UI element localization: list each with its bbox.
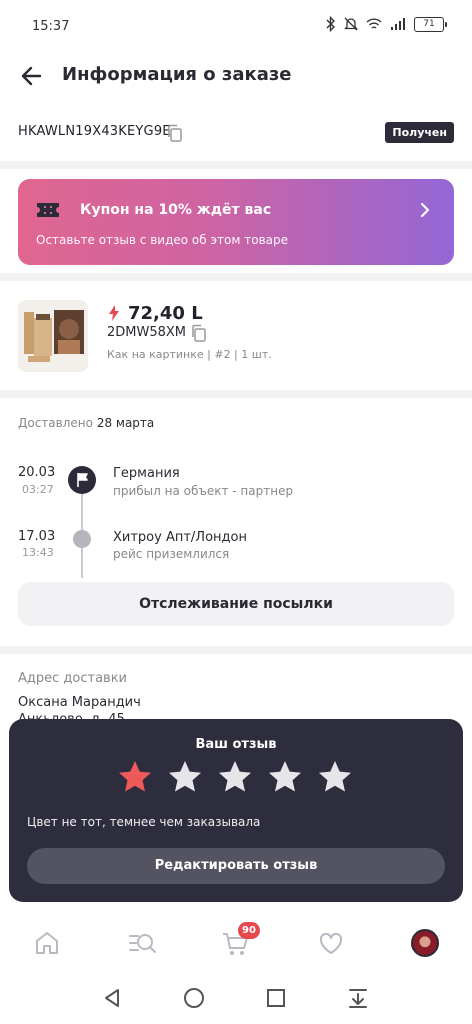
status-badge: Получен	[385, 122, 454, 143]
status-bar: 15:37 71	[0, 0, 472, 52]
timeline-line	[81, 494, 83, 530]
star-icon[interactable]	[267, 759, 303, 795]
edit-review-button[interactable]: Редактировать отзыв	[27, 848, 445, 884]
home-icon[interactable]	[32, 928, 62, 958]
signal-icon	[391, 18, 405, 30]
event-time: 03:27	[22, 483, 54, 496]
order-id: HKAWLN19X43KEYG9E	[18, 124, 171, 139]
copy-icon[interactable]	[166, 124, 184, 142]
chevron-right-icon	[420, 202, 430, 218]
page-title: Информация о заказе	[62, 64, 292, 85]
lightning-icon	[109, 305, 119, 321]
recents-square-icon[interactable]	[264, 986, 288, 1010]
delivered-date: 28 марта	[96, 416, 155, 430]
product-image[interactable]	[18, 300, 88, 372]
star-icon[interactable]	[117, 759, 153, 795]
price-row: 72,40 L	[108, 300, 203, 326]
back-triangle-icon[interactable]	[100, 986, 124, 1010]
product-price: 72,40 L	[128, 302, 203, 324]
product-variant: Как на картинке | #2 | 1 шт.	[107, 348, 272, 361]
catalog-search-icon[interactable]	[127, 928, 157, 958]
divider	[0, 273, 472, 281]
track-package-button[interactable]: Отслеживание посылки	[18, 582, 454, 626]
event-subtitle: рейс приземлился	[113, 547, 230, 561]
timeline-dot	[73, 530, 91, 548]
profile-avatar[interactable]	[411, 929, 439, 957]
divider	[0, 390, 472, 398]
delivered-label: Доставлено	[18, 416, 93, 430]
bluetooth-icon	[326, 16, 335, 32]
review-title: Ваш отзыв	[195, 737, 277, 752]
timeline-line	[81, 548, 83, 578]
product-photo	[18, 300, 88, 372]
header: Информация о заказе	[0, 52, 472, 100]
address-name: Оксана Марандич	[18, 695, 141, 710]
order-id-row: HKAWLN19X43KEYG9E Получен	[0, 118, 472, 150]
status-time: 15:37	[32, 19, 70, 34]
delivered-status: Доставлено 28 марта	[18, 416, 154, 430]
coupon-title: Купон на 10% ждёт вас	[80, 202, 272, 218]
battery-icon: 71	[414, 16, 447, 32]
event-time: 13:43	[22, 546, 54, 559]
star-rating[interactable]	[117, 759, 353, 795]
star-icon[interactable]	[217, 759, 253, 795]
event-title: Хитроу Апт/Лондон	[113, 530, 247, 545]
event-subtitle: прибыл на объект - партнер	[113, 484, 294, 498]
event-date: 17.03	[18, 529, 56, 544]
event-date: 20.03	[18, 465, 56, 480]
status-icons: 71	[326, 16, 447, 32]
home-circle-icon[interactable]	[182, 986, 206, 1010]
heart-icon[interactable]	[316, 928, 346, 958]
review-text: Цвет не тот, темнее чем заказывала	[27, 815, 261, 829]
review-card: Ваш отзыв Цвет не тот, темнее чем заказы…	[9, 719, 463, 902]
coupon-banner[interactable]: Купон на 10% ждёт вас Оставьте отзыв с в…	[18, 179, 454, 265]
event-title: Германия	[113, 466, 180, 481]
divider	[0, 161, 472, 169]
copy-icon[interactable]	[190, 324, 208, 342]
cart-badge: 90	[238, 922, 260, 939]
flag-icon	[68, 466, 96, 494]
star-icon[interactable]	[317, 759, 353, 795]
coupon-subtitle: Оставьте отзыв с видео об этом товаре	[36, 233, 289, 247]
star-icon[interactable]	[167, 759, 203, 795]
bottom-nav: 90	[0, 912, 472, 972]
mute-icon	[344, 17, 358, 31]
system-nav	[0, 972, 472, 1024]
wifi-icon	[366, 18, 382, 29]
ticket-icon	[37, 203, 59, 217]
address-label: Адрес доставки	[18, 671, 128, 686]
back-arrow-icon[interactable]	[18, 62, 46, 90]
divider	[0, 646, 472, 654]
notifications-pull-icon[interactable]	[346, 986, 370, 1010]
product-sku: 2DMW58XM	[107, 325, 187, 340]
